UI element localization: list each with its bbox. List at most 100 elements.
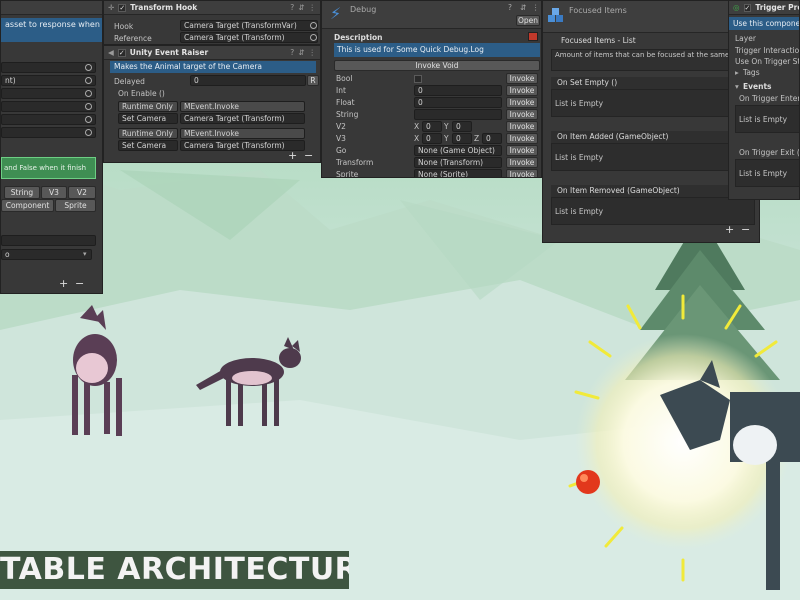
events-foldout-icon[interactable]: ▾ bbox=[735, 82, 739, 91]
type-button-string[interactable]: String bbox=[4, 186, 40, 199]
left-field-5-picker-icon[interactable] bbox=[85, 116, 92, 123]
left-field-3-picker-icon[interactable] bbox=[85, 90, 92, 97]
entry-2-arg-field[interactable]: Camera Target (Transform) bbox=[180, 140, 305, 151]
hook-label: Hook bbox=[114, 22, 134, 31]
left-field-6-picker-icon[interactable] bbox=[85, 129, 92, 136]
left-field-4-picker-icon[interactable] bbox=[85, 103, 92, 110]
hook-picker-icon[interactable] bbox=[310, 22, 317, 29]
entry-2-method-dropdown[interactable]: MEvent.Invoke bbox=[180, 128, 305, 139]
debug-v3-y-field[interactable]: 0 bbox=[452, 133, 472, 144]
debug-bool-invoke-button[interactable]: Invoke bbox=[506, 73, 538, 84]
debug-red-toggle[interactable] bbox=[528, 32, 538, 41]
left-green-info: and False when it finish bbox=[1, 157, 96, 179]
preset-icon[interactable]: ⇵ bbox=[298, 3, 304, 12]
debug-v3-z-field[interactable]: 0 bbox=[482, 133, 502, 144]
debug-open-button[interactable]: Open bbox=[516, 15, 540, 26]
event-raiser-title: Unity Event Raiser bbox=[129, 48, 209, 57]
r-button[interactable]: R bbox=[307, 75, 319, 86]
debug-string-field[interactable] bbox=[414, 109, 502, 120]
trigger-proxy-use-stay: Use On Trigger Stay bbox=[735, 57, 800, 66]
reference-picker-icon[interactable] bbox=[310, 34, 317, 41]
debug-sprite-invoke-button[interactable]: Invoke bbox=[506, 169, 538, 177]
trigger-proxy-events[interactable]: Events bbox=[743, 82, 772, 91]
debug-go-field[interactable]: None (Game Object) bbox=[414, 145, 502, 156]
event-raiser-description: Makes the Animal target of the Camera bbox=[110, 61, 316, 73]
help-icon[interactable]: ? bbox=[290, 3, 294, 12]
left-field-2[interactable]: nt) bbox=[1, 75, 96, 86]
trigger-proxy-enabled-checkbox[interactable]: ✓ bbox=[743, 3, 752, 12]
type-button-v2[interactable]: V2 bbox=[68, 186, 96, 199]
debug-v3-x-field[interactable]: 0 bbox=[422, 133, 442, 144]
entry-1-target-field[interactable]: Set Camera bbox=[118, 113, 178, 124]
debug-string-invoke-button[interactable]: Invoke bbox=[506, 109, 538, 120]
event-raiser-enabled-checkbox[interactable]: ✓ bbox=[117, 48, 126, 57]
focused-items-plus-button[interactable]: + bbox=[725, 224, 734, 235]
event-raiser-header: ◀ ✓ Unity Event Raiser ? ⇵ ⋮ bbox=[104, 46, 320, 60]
debug-transform-invoke-button[interactable]: Invoke bbox=[506, 157, 538, 168]
left-minus-button[interactable]: − bbox=[75, 278, 84, 289]
trigger-proxy-layer: Layer bbox=[735, 34, 756, 43]
on-enable-label: On Enable () bbox=[118, 89, 165, 98]
more-icon[interactable]: ⋮ bbox=[309, 3, 317, 12]
on-item-added-empty-text: List is Empty bbox=[555, 153, 604, 162]
type-button-sprite[interactable]: Sprite bbox=[55, 199, 96, 212]
preset-icon[interactable]: ⇵ bbox=[520, 3, 526, 12]
entry-2-mode-dropdown[interactable]: Runtime Only bbox=[118, 128, 178, 139]
event-raiser-minus-button[interactable]: − bbox=[304, 150, 313, 161]
entry-2-target-field[interactable]: Set Camera bbox=[118, 140, 178, 151]
trigger-proxy-tags[interactable]: Tags bbox=[743, 68, 760, 77]
trigger-proxy-use-text: Use this component bbox=[729, 17, 799, 30]
left-field-4[interactable] bbox=[1, 101, 96, 112]
debug-bool-checkbox[interactable] bbox=[414, 75, 422, 83]
left-field-1-picker-icon[interactable] bbox=[85, 64, 92, 71]
delayed-field[interactable]: 0 bbox=[190, 75, 306, 86]
preset-icon[interactable]: ⇵ bbox=[298, 48, 304, 57]
left-field-1[interactable] bbox=[1, 62, 96, 73]
focused-items-title: Focused Items bbox=[569, 6, 627, 15]
cubes-icon bbox=[547, 7, 565, 25]
debug-v3-invoke-button[interactable]: Invoke bbox=[506, 133, 538, 144]
debug-go-invoke-button[interactable]: Invoke bbox=[506, 145, 538, 156]
debug-v2-invoke-button[interactable]: Invoke bbox=[506, 121, 538, 132]
type-button-component[interactable]: Component bbox=[1, 199, 54, 212]
tags-foldout-icon[interactable]: ▸ bbox=[735, 68, 739, 77]
debug-v2-x-field[interactable]: 0 bbox=[422, 121, 442, 132]
focused-items-minus-button[interactable]: − bbox=[741, 224, 750, 235]
debug-header: ⚡ Debug ? ⇵ ⋮ Open bbox=[322, 1, 541, 29]
hook-field[interactable]: Camera Target (TransformVar) bbox=[180, 20, 318, 31]
help-icon[interactable]: ? bbox=[290, 48, 294, 57]
left-dropdown[interactable]: o bbox=[1, 249, 92, 260]
left-plus-button[interactable]: + bbox=[59, 278, 68, 289]
reference-label: Reference bbox=[114, 34, 152, 43]
debug-v2-y-field[interactable]: 0 bbox=[452, 121, 472, 132]
entry-1-method-dropdown[interactable]: MEvent.Invoke bbox=[180, 101, 305, 112]
on-item-removed-label: On Item Removed (GameObject) bbox=[551, 185, 755, 197]
debug-v2-label: V2 bbox=[336, 122, 346, 131]
reference-field[interactable]: Camera Target (Transform) bbox=[180, 32, 318, 43]
event-raiser-plus-button[interactable]: + bbox=[288, 150, 297, 161]
debug-transform-field[interactable]: None (Transform) bbox=[414, 157, 502, 168]
entry-1-arg-field[interactable]: Camera Target (Transform) bbox=[180, 113, 305, 124]
left-field-2-picker-icon[interactable] bbox=[85, 77, 92, 84]
left-field-5[interactable] bbox=[1, 114, 96, 125]
left-empty-field[interactable] bbox=[1, 235, 96, 246]
more-icon[interactable]: ⋮ bbox=[309, 48, 317, 57]
trigger-proxy-title: Trigger Proxy bbox=[755, 3, 799, 12]
invoke-void-button[interactable]: Invoke Void bbox=[334, 60, 540, 71]
type-button-v3[interactable]: V3 bbox=[41, 186, 67, 199]
more-icon[interactable]: ⋮ bbox=[532, 3, 540, 12]
debug-sprite-field[interactable]: None (Sprite) bbox=[414, 169, 502, 177]
on-trigger-enter-label: On Trigger Enter (Coll bbox=[739, 94, 800, 103]
left-field-6[interactable] bbox=[1, 127, 96, 138]
transform-hook-enabled-checkbox[interactable]: ✓ bbox=[118, 3, 127, 12]
entry-1-mode-dropdown[interactable]: Runtime Only bbox=[118, 101, 178, 112]
debug-int-field[interactable]: 0 bbox=[414, 85, 502, 96]
help-icon[interactable]: ? bbox=[508, 3, 512, 12]
amount-text: Amount of items that can be focused at t… bbox=[551, 49, 755, 71]
debug-float-invoke-button[interactable]: Invoke bbox=[506, 97, 538, 108]
left-field-3[interactable] bbox=[1, 88, 96, 99]
debug-float-field[interactable]: 0 bbox=[414, 97, 502, 108]
debug-int-invoke-button[interactable]: Invoke bbox=[506, 85, 538, 96]
trigger-proxy-header: ◎ ✓ Trigger Proxy bbox=[729, 1, 799, 15]
debug-lightning-icon: ⚡ bbox=[330, 4, 342, 23]
